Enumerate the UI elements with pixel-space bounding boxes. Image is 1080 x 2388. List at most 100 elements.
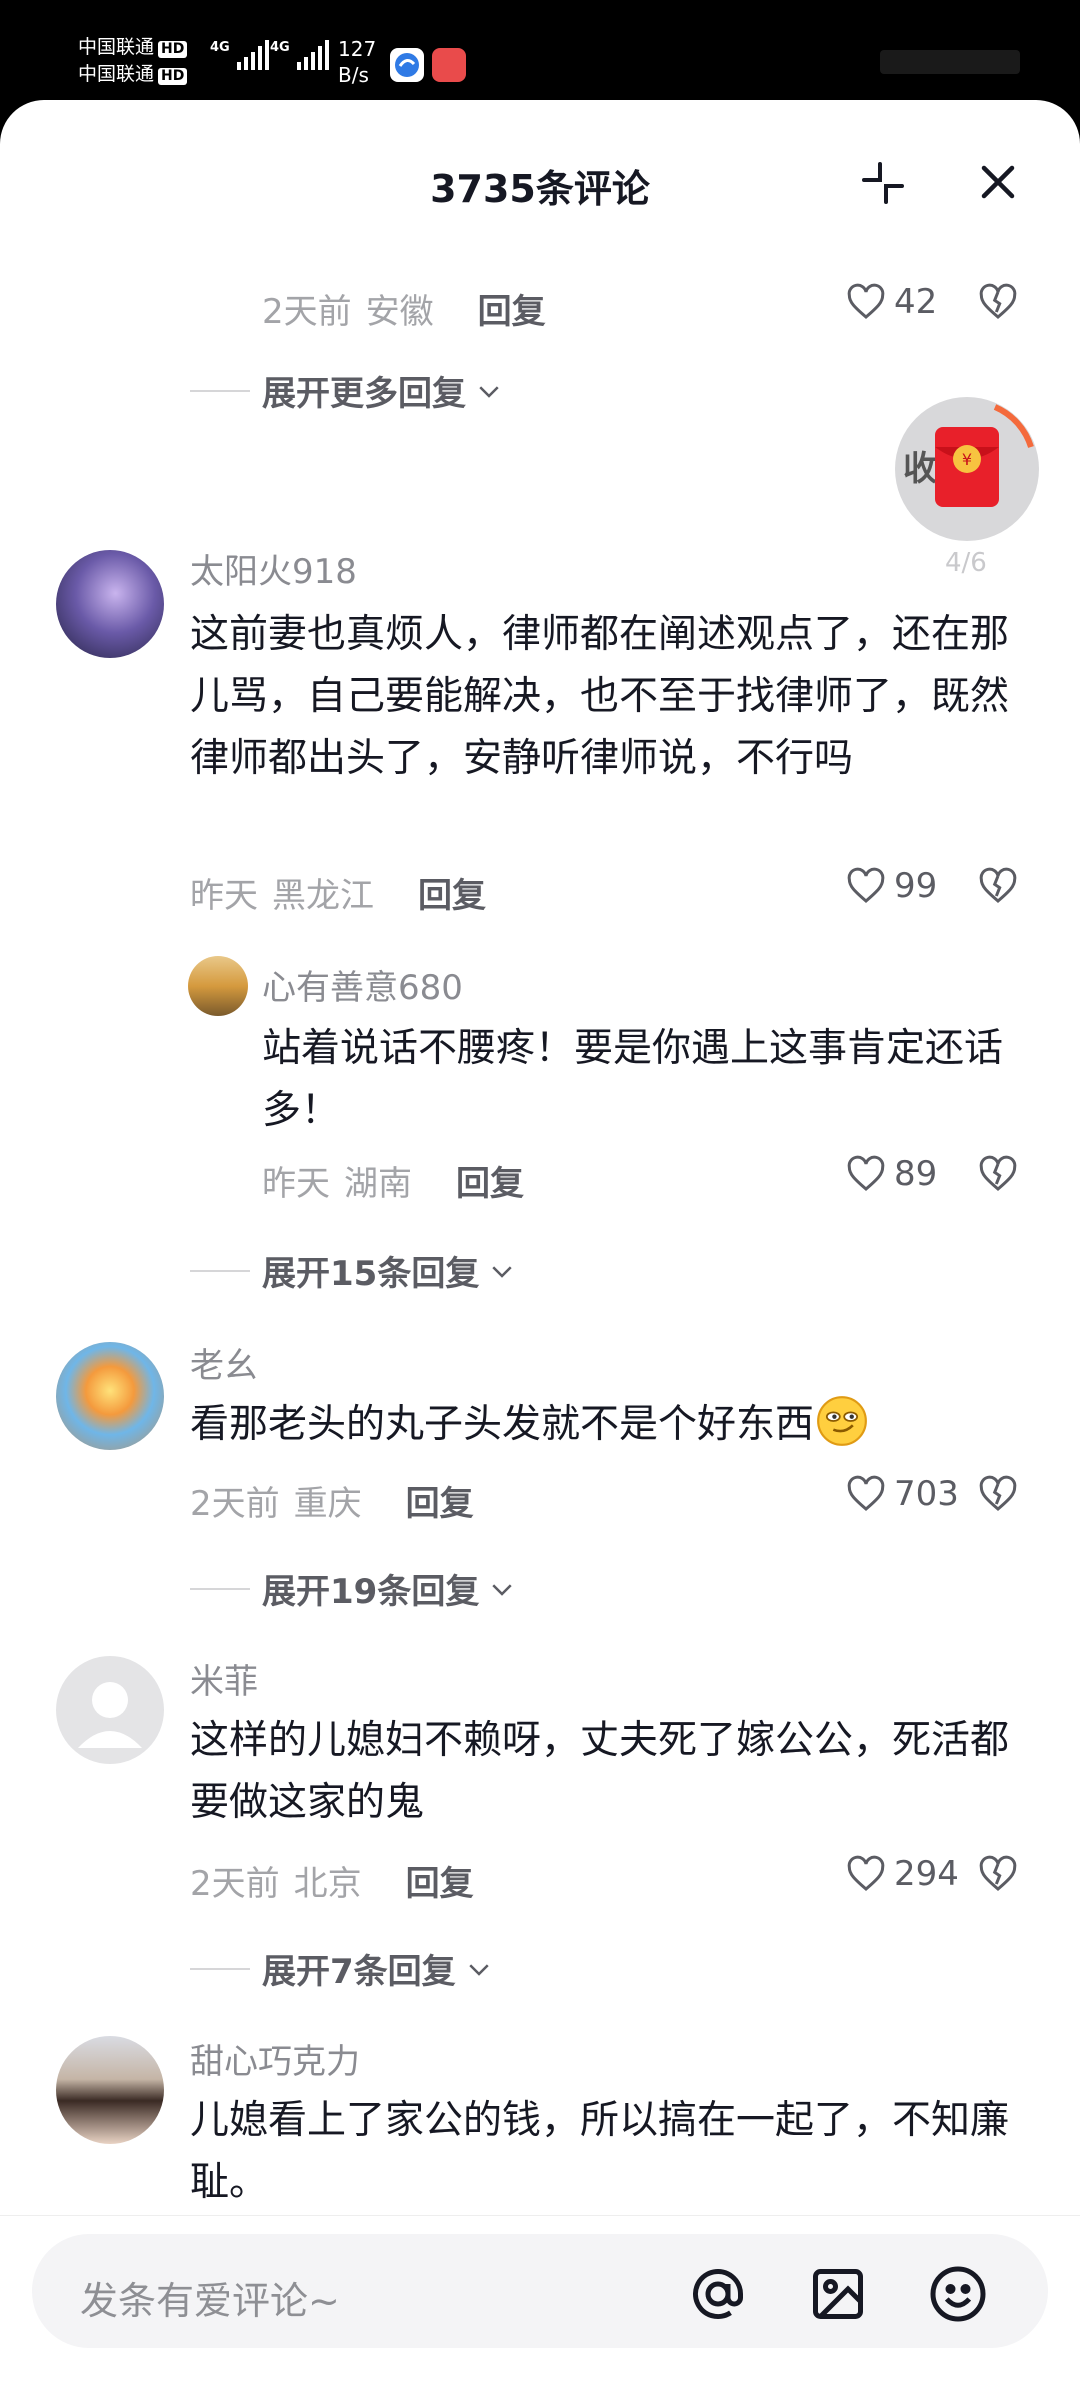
broken-heart-icon	[979, 283, 1017, 319]
reply-button[interactable]: 回复	[478, 284, 546, 333]
comment-input-bar: 发条有爱评论~	[0, 2215, 1080, 2365]
expand-replies-button[interactable]: 展开19条回复	[190, 1564, 517, 1613]
redpacket-progress: 4/6	[945, 548, 987, 578]
comments-header: 3735条评论	[0, 100, 1080, 260]
chevron-down-icon	[479, 385, 499, 398]
reply-button[interactable]: 回复	[406, 1476, 474, 1525]
expand-label: 展开7条回复	[262, 1952, 456, 1992]
chevron-down-icon	[492, 1265, 512, 1278]
comment-meta: 2天前 重庆 回复	[190, 1476, 474, 1525]
expand-replies-button[interactable]: 展开7条回复	[190, 1944, 494, 1993]
comment-meta: 昨天 黑龙江 回复	[190, 868, 486, 917]
comment-time: 2天前	[190, 1484, 280, 1524]
signal-icon-2: 4G	[270, 40, 329, 70]
expand-label: 展开更多回复	[262, 374, 466, 414]
status-right-area	[880, 50, 1020, 74]
svg-text:¥: ¥	[962, 450, 972, 469]
reply-button[interactable]: 回复	[456, 1156, 524, 1205]
avatar[interactable]	[56, 2036, 164, 2144]
default-avatar-icon	[78, 1682, 142, 1748]
app-notification-icon	[390, 48, 424, 82]
like-count: 42	[894, 282, 938, 322]
reply-location: 湖南	[344, 1164, 412, 1204]
redpacket-widget[interactable]: 收 ¥	[895, 397, 1039, 541]
heart-icon	[847, 283, 885, 319]
dislike-button[interactable]	[978, 282, 1018, 326]
network-type-2: 4G	[270, 40, 290, 55]
comment-location: 重庆	[293, 1484, 362, 1524]
expand-replies-button[interactable]: 展开15条回复	[190, 1246, 517, 1295]
network-speed: 127 B/s	[338, 36, 376, 88]
reply-avatar[interactable]	[188, 956, 248, 1016]
carrier-1: 中国联通	[78, 36, 155, 58]
broken-heart-icon	[979, 1855, 1017, 1891]
dislike-button[interactable]	[978, 1854, 1018, 1898]
carrier-2: 中国联通	[78, 63, 155, 85]
comment-time: 2天前	[262, 292, 352, 332]
expand-label: 展开19条回复	[262, 1572, 480, 1612]
like-button[interactable]: 42	[846, 282, 937, 322]
page-title: 3735条评论	[430, 167, 650, 211]
image-icon[interactable]	[808, 2264, 868, 2328]
comment-time: 2天前	[190, 1864, 280, 1904]
comment-content[interactable]: 儿媳看上了家公的钱，所以搞在一起了，不知廉耻。	[190, 2090, 1030, 2214]
like-count: 89	[894, 1154, 938, 1194]
heart-icon	[847, 867, 885, 903]
hd-badge-2: HD	[158, 68, 188, 85]
comment-meta: 2天前 安徽 回复	[262, 284, 546, 333]
like-button[interactable]: 703	[846, 1474, 959, 1514]
comment-location: 黑龙江	[272, 876, 374, 916]
comment-content[interactable]: 这前妻也真烦人，律师都在阐述观点了，还在那儿骂，自己要能解决，也不至于找律师了，…	[190, 604, 1030, 790]
comments-sheet: 3735条评论 2天前 安徽 回复 42 展开更多回复 太阳火918 这前妻也真…	[0, 100, 1080, 2388]
dislike-button[interactable]	[978, 866, 1018, 910]
reply-button[interactable]: 回复	[406, 1856, 474, 1905]
comment-input[interactable]: 发条有爱评论~	[32, 2234, 1048, 2348]
comment-location: 安徽	[365, 292, 434, 332]
comment-content[interactable]: 看那老头的丸子头发就不是个好东西	[190, 1394, 1030, 1456]
comment-meta: 2天前 北京 回复	[190, 1856, 474, 1905]
comment-username[interactable]: 太阳火918	[190, 544, 357, 593]
comments-list[interactable]: 2天前 安徽 回复 42 展开更多回复 太阳火918 这前妻也真烦人，律师都在阐…	[0, 260, 1080, 2215]
comment-username[interactable]: 米菲	[190, 1654, 258, 1703]
reply-content[interactable]: 站着说话不腰疼！要是你遇上这事肯定还话多！	[262, 1018, 1022, 1142]
reply-button[interactable]: 回复	[418, 868, 486, 917]
avatar[interactable]	[56, 550, 164, 658]
reply-username[interactable]: 心有善意680	[262, 960, 463, 1009]
huawei-notification-icon	[432, 48, 466, 82]
carrier-info: 中国联通 HD 中国联通 HD	[78, 34, 188, 88]
dislike-button[interactable]	[978, 1154, 1018, 1198]
at-icon[interactable]	[688, 2264, 748, 2328]
like-button[interactable]: 294	[846, 1854, 959, 1894]
avatar[interactable]	[56, 1656, 164, 1764]
comment-text: 看那老头的丸子头发就不是个好东西	[190, 1402, 815, 1447]
comment-time: 昨天	[190, 876, 258, 916]
broken-heart-icon	[979, 1475, 1017, 1511]
comment-username[interactable]: 甜心巧克力	[190, 2034, 360, 2083]
comment-content[interactable]: 这样的儿媳妇不赖呀，丈夫死了嫁公公，死活都要做这家的鬼	[190, 1710, 1030, 1834]
signal-icon-1: 4G	[210, 40, 269, 70]
system-nav-bar	[0, 2365, 1080, 2388]
emoji-icon[interactable]	[928, 2264, 988, 2328]
like-button[interactable]: 89	[846, 1154, 937, 1194]
chevron-down-icon	[492, 1583, 512, 1596]
comment-location: 北京	[293, 1864, 362, 1904]
expand-label: 展开15条回复	[262, 1254, 480, 1294]
heart-icon	[847, 1475, 885, 1511]
broken-heart-icon	[979, 1155, 1017, 1191]
status-bar: 中国联通 HD 中国联通 HD 4G 4G 127 B/s	[0, 0, 1080, 100]
like-count: 99	[894, 866, 938, 906]
chevron-down-icon	[469, 1963, 489, 1976]
network-type-1: 4G	[210, 40, 230, 55]
close-icon[interactable]	[976, 160, 1020, 204]
collapse-icon[interactable]	[858, 158, 908, 208]
speed-unit: B/s	[338, 63, 369, 87]
like-count: 294	[894, 1854, 959, 1894]
speed-value: 127	[338, 37, 377, 61]
like-button[interactable]: 99	[846, 866, 937, 906]
dislike-button[interactable]	[978, 1474, 1018, 1518]
expand-replies-button[interactable]: 展开更多回复	[190, 366, 504, 415]
avatar[interactable]	[56, 1342, 164, 1450]
hd-badge-1: HD	[158, 41, 188, 58]
comment-username[interactable]: 老幺	[190, 1338, 258, 1387]
smirk-emoji-icon	[817, 1396, 867, 1446]
